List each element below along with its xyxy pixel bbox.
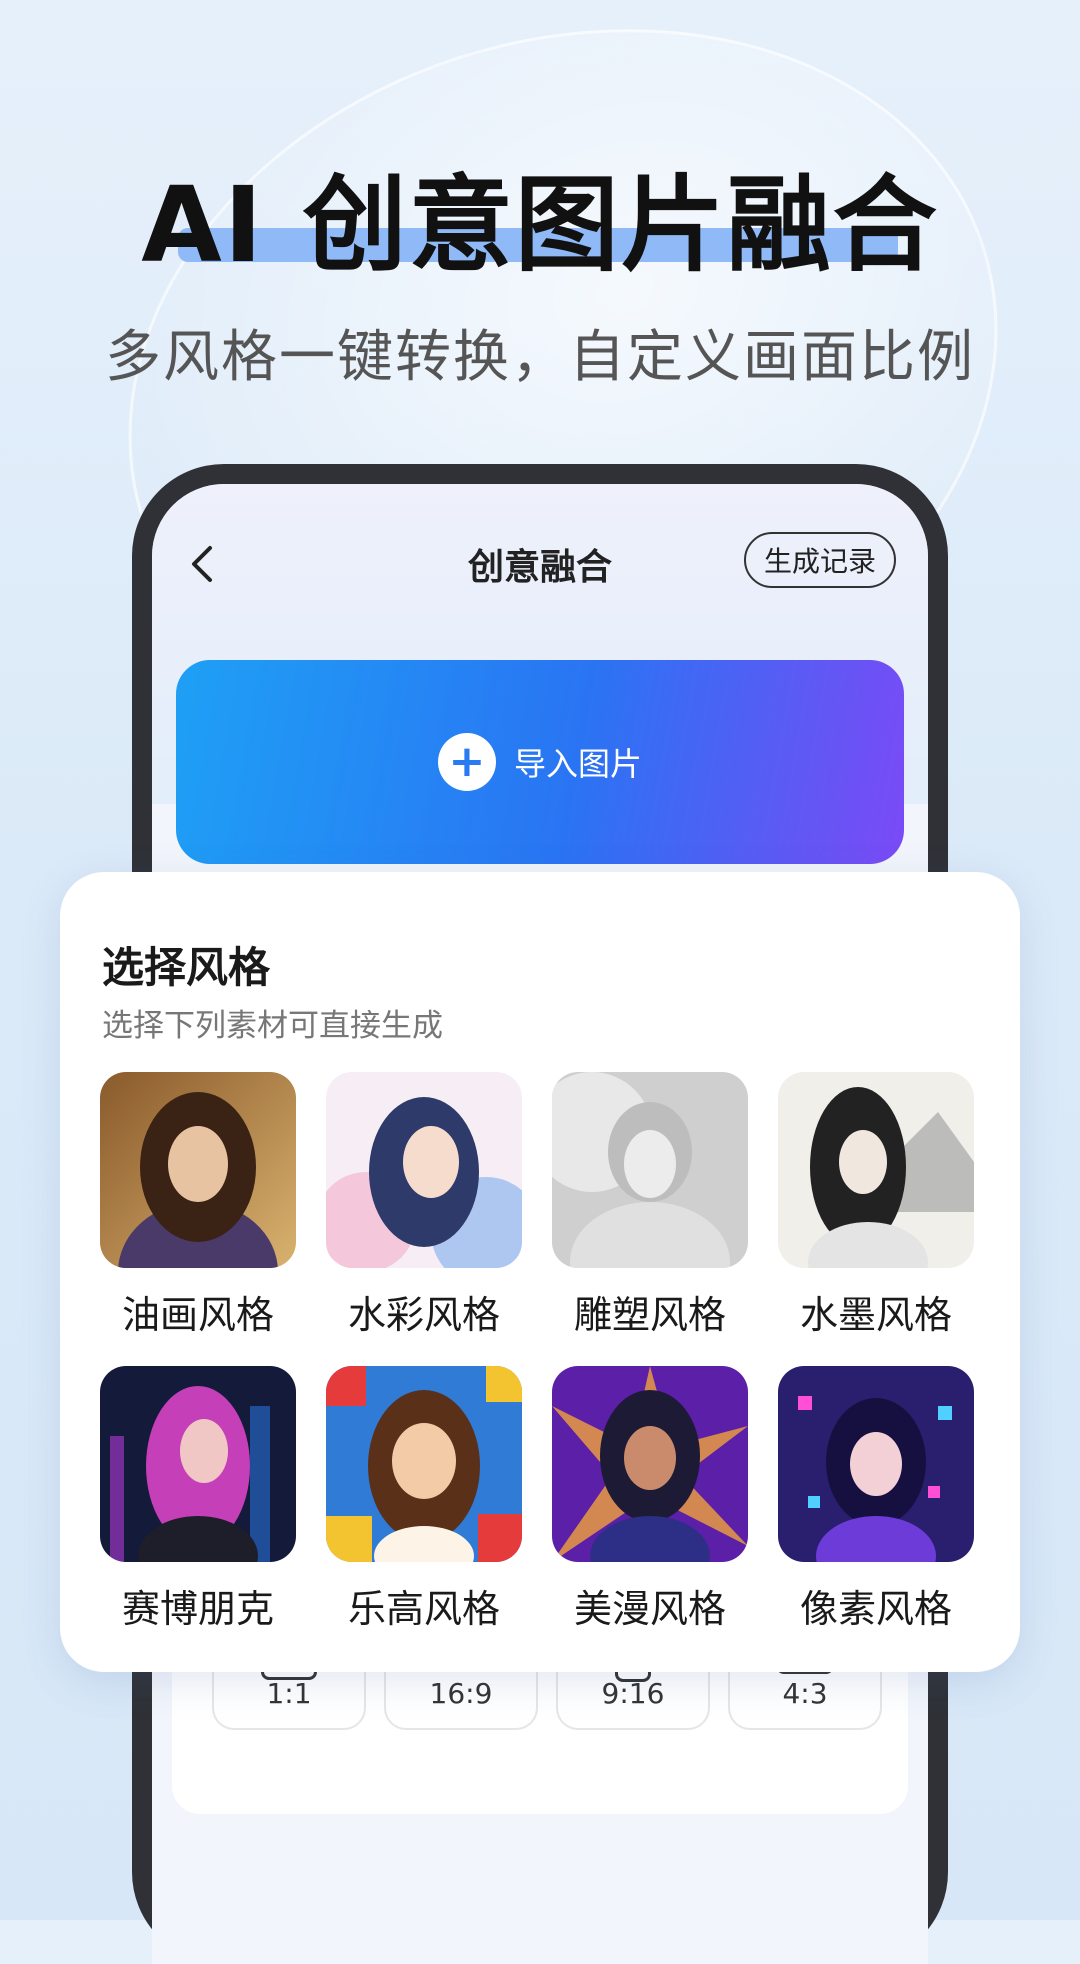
style-picker-title: 选择风格 [102, 943, 271, 992]
style-label: 像素风格 [799, 1587, 952, 1631]
american-comic-portrait-icon [552, 1366, 748, 1562]
nav-bar: 创意融合 生成记录 [152, 524, 928, 604]
import-label: 导入图片 [513, 745, 642, 783]
style-label: 美漫风格 [573, 1587, 726, 1631]
style-tile-sculpture[interactable]: 雕塑风格 [552, 1072, 748, 1339]
style-tile-pixel[interactable]: 像素风格 [778, 1366, 974, 1633]
style-label: 水墨风格 [799, 1293, 952, 1337]
style-label: 雕塑风格 [573, 1293, 726, 1337]
plus-icon: + [437, 733, 496, 791]
watercolor-portrait-icon [326, 1072, 522, 1268]
history-button[interactable]: 生成记录 [743, 532, 896, 588]
style-label: 油画风格 [121, 1293, 274, 1337]
oil-painting-portrait-icon [100, 1072, 296, 1268]
promo-subline: 多风格一键转换，自定义画面比例 [105, 325, 975, 390]
style-label: 乐高风格 [347, 1587, 500, 1631]
ratio-label: 1:1 [266, 1677, 312, 1710]
style-picker-subtitle: 选择下列素材可直接生成 [102, 1008, 443, 1044]
style-picker-card: 选择风格 选择下列素材可直接生成 油画风格 水彩风格 雕塑风格 水墨风格 赛博朋… [60, 872, 1020, 1672]
headline-text: AI 创意图片融合 [141, 164, 939, 286]
style-label: 水彩风格 [347, 1293, 500, 1337]
ratio-label: 16:9 [429, 1677, 493, 1710]
lego-portrait-icon [326, 1366, 522, 1562]
cyberpunk-portrait-icon [100, 1366, 296, 1562]
style-tile-comic[interactable]: 美漫风格 [552, 1366, 748, 1633]
ratio-label: 4:3 [782, 1677, 828, 1710]
style-tile-lego[interactable]: 乐高风格 [326, 1366, 522, 1633]
style-tile-watercolor[interactable]: 水彩风格 [326, 1072, 522, 1339]
pixel-portrait-icon [778, 1366, 974, 1562]
promo-headline: AI 创意图片融合 [0, 140, 1080, 291]
style-tile-ink[interactable]: 水墨风格 [778, 1072, 974, 1339]
sculpture-portrait-icon [552, 1072, 748, 1268]
style-label: 赛博朋克 [121, 1587, 274, 1631]
import-image-button[interactable]: + 导入图片 [176, 660, 904, 864]
ink-wash-portrait-icon [778, 1072, 974, 1268]
style-tile-oil[interactable]: 油画风格 [100, 1072, 296, 1339]
style-tile-cyberpunk[interactable]: 赛博朋克 [100, 1366, 296, 1633]
ratio-label: 9:16 [601, 1677, 665, 1710]
